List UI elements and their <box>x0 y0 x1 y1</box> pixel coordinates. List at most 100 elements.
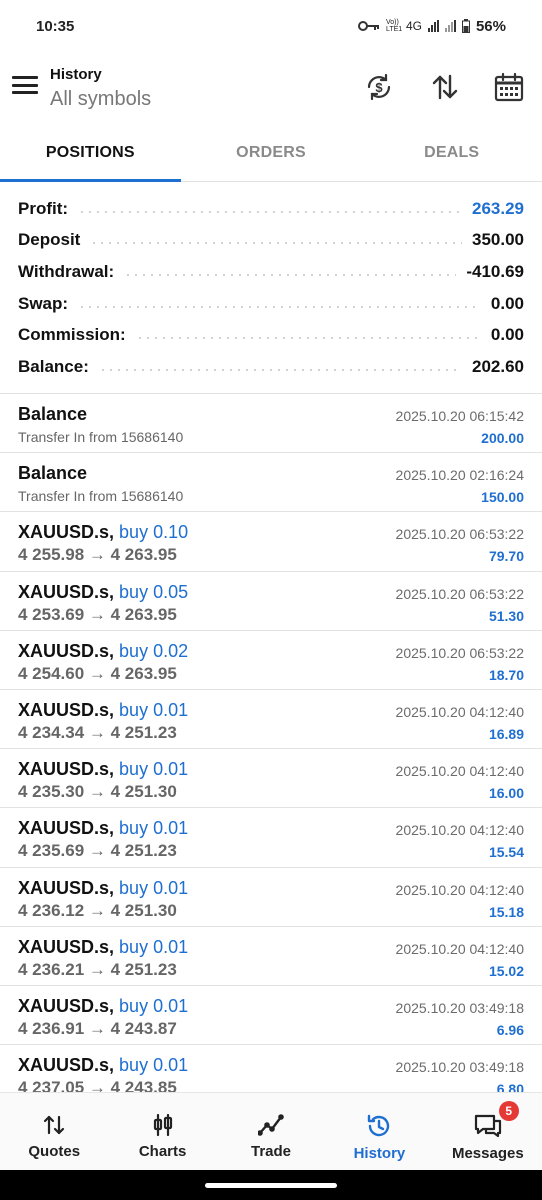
entry-comment: Transfer In from 15686140 <box>18 429 184 445</box>
title-block[interactable]: History All symbols <box>50 66 151 111</box>
position-profit: 79.70 <box>488 548 524 565</box>
quotes-icon <box>44 1115 65 1135</box>
position-symbol: XAUUSD.s, <box>18 699 115 720</box>
history-list: Balance Transfer In from 15686140 2025.1… <box>0 393 542 1105</box>
page-title: History <box>50 66 102 83</box>
list-item[interactable]: XAUUSD.s, buy 0.10 4 255.98 → 4 263.95 2… <box>0 512 542 572</box>
summary-label: Balance: <box>18 356 89 376</box>
position-side: buy 0.02 <box>119 640 189 661</box>
list-item[interactable]: Balance Transfer In from 15686140 2025.1… <box>0 453 542 513</box>
trade-icon <box>258 1114 284 1136</box>
summary-value: -410.69 <box>466 261 524 281</box>
status-time: 10:35 <box>36 17 75 35</box>
position-time: 2025.10.20 04:12:40 <box>395 881 524 898</box>
dotted-leader <box>78 210 462 213</box>
position-profit: 18.70 <box>488 666 524 683</box>
position-time: 2025.10.20 06:53:22 <box>395 644 524 661</box>
position-prices: 4 235.69 → 4 251.23 <box>18 841 177 861</box>
list-item[interactable]: XAUUSD.s, buy 0.01 4 236.21 → 4 251.23 2… <box>0 927 542 986</box>
entry-title: Balance <box>18 463 88 484</box>
symbol-filter: All symbols <box>50 88 152 110</box>
position-profit: 16.00 <box>488 785 524 802</box>
position-prices: 4 236.91 → 4 243.87 <box>18 1018 177 1038</box>
position-side: buy 0.05 <box>119 581 189 602</box>
list-item[interactable]: XAUUSD.s, buy 0.01 4 235.69 → 4 251.23 2… <box>0 808 542 868</box>
position-symbol: XAUUSD.s, <box>18 759 115 780</box>
summary-value: 350.00 <box>472 230 524 250</box>
summary-commission: Commission: 0.00 <box>0 319 542 351</box>
list-item[interactable]: Balance Transfer In from 15686140 2025.1… <box>0 394 542 454</box>
position-time: 2025.10.20 06:53:22 <box>395 526 524 543</box>
entry-title: Balance <box>18 404 88 424</box>
nav-quotes[interactable]: Quotes <box>0 1093 108 1170</box>
position-prices: 4 235.30 → 4 251.30 <box>18 782 177 802</box>
entry-amount: 200.00 <box>481 430 524 446</box>
summary-value: 202.60 <box>472 356 524 376</box>
position-prices: 4 234.34 → 4 251.23 <box>18 722 177 742</box>
list-item[interactable]: XAUUSD.s, buy 0.01 4 236.12 → 4 251.30 2… <box>0 868 542 927</box>
calendar-icon[interactable] <box>492 70 526 104</box>
position-symbol: XAUUSD.s, <box>18 640 115 661</box>
position-symbol: XAUUSD.s, <box>18 818 115 839</box>
position-profit: 6.96 <box>496 1021 524 1038</box>
nav-label: Messages <box>451 1145 524 1162</box>
menu-icon[interactable] <box>12 74 38 96</box>
summary-profit: Profit: 263.29 <box>0 193 542 225</box>
summary-label: Deposit <box>18 230 81 250</box>
entry-time: 2025.10.20 06:15:42 <box>395 408 524 424</box>
summary-label: Swap: <box>18 293 69 313</box>
unread-badge: 5 <box>498 1101 519 1121</box>
history-icon <box>368 1114 390 1137</box>
nav-messages[interactable]: 5 Messages <box>434 1093 542 1170</box>
tab-positions[interactable]: POSITIONS <box>0 124 181 182</box>
currency-exchange-icon[interactable]: $ <box>362 70 396 104</box>
list-item[interactable]: XAUUSD.s, buy 0.01 4 234.34 → 4 251.23 2… <box>0 690 542 750</box>
summary-deposit: Deposit 350.00 <box>0 225 542 257</box>
app-header: History All symbols $ <box>0 52 542 124</box>
position-symbol: XAUUSD.s, <box>18 877 115 898</box>
position-side: buy 0.01 <box>119 759 189 780</box>
nav-label: Charts <box>138 1143 187 1160</box>
summary-value: 0.00 <box>490 293 524 313</box>
position-time: 2025.10.20 06:53:22 <box>395 585 524 602</box>
list-item[interactable]: XAUUSD.s, buy 0.01 4 235.30 → 4 251.30 2… <box>0 749 542 809</box>
charts-icon <box>153 1113 172 1137</box>
nav-trade[interactable]: Trade <box>217 1093 325 1170</box>
position-time: 2025.10.20 04:12:40 <box>395 703 524 720</box>
tab-deals[interactable]: DEALS <box>361 124 542 181</box>
network-type: 4G <box>405 19 422 33</box>
bottom-navigation: Quotes Charts Trade History 5 Messages <box>0 1092 542 1170</box>
summary-balance: Balance: 202.60 <box>0 351 542 383</box>
position-prices: 4 255.98 → 4 263.95 <box>18 545 177 565</box>
position-prices: 4 254.60 → 4 263.95 <box>18 663 177 683</box>
position-profit: 15.18 <box>488 903 524 920</box>
position-profit: 15.02 <box>488 962 524 979</box>
messages-icon <box>474 1114 501 1138</box>
position-prices: 4 253.69 → 4 263.95 <box>18 604 177 624</box>
position-time: 2025.10.20 04:12:40 <box>395 940 524 957</box>
tab-orders[interactable]: ORDERS <box>181 124 362 181</box>
summary-label: Withdrawal: <box>18 261 115 281</box>
position-symbol: XAUUSD.s, <box>18 522 115 543</box>
svg-text:$: $ <box>375 80 383 95</box>
summary-value: 263.29 <box>472 198 524 218</box>
nav-charts[interactable]: Charts <box>108 1093 216 1170</box>
list-item[interactable]: XAUUSD.s, buy 0.01 4 236.91 → 4 243.87 2… <box>0 986 542 1046</box>
dotted-leader <box>78 305 481 308</box>
dotted-leader <box>124 273 457 276</box>
signal-icon <box>427 20 439 32</box>
home-gesture-handle[interactable] <box>205 1183 337 1188</box>
summary-label: Profit: <box>18 198 69 218</box>
battery-level: 56% <box>475 17 506 35</box>
position-profit: 15.54 <box>488 844 524 861</box>
position-time: 2025.10.20 03:49:18 <box>395 999 524 1016</box>
position-symbol: XAUUSD.s, <box>18 936 115 957</box>
dotted-leader <box>90 242 462 245</box>
list-item[interactable]: XAUUSD.s, buy 0.05 4 253.69 → 4 263.95 2… <box>0 572 542 631</box>
sort-icon[interactable] <box>428 70 462 104</box>
entry-amount: 150.00 <box>481 489 524 506</box>
entry-time: 2025.10.20 02:16:24 <box>395 467 524 484</box>
position-prices: 4 236.12 → 4 251.30 <box>18 900 177 920</box>
list-item[interactable]: XAUUSD.s, buy 0.02 4 254.60 → 4 263.95 2… <box>0 631 542 690</box>
nav-history[interactable]: History <box>325 1093 433 1170</box>
